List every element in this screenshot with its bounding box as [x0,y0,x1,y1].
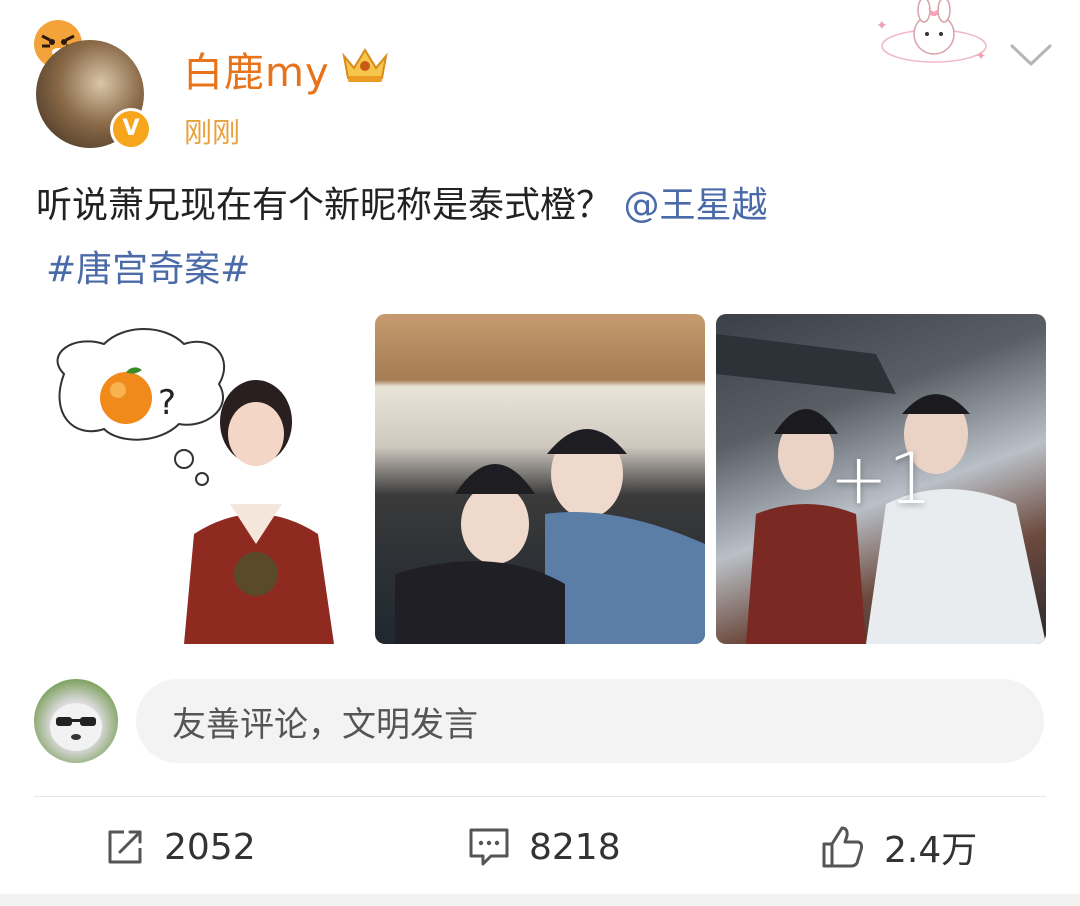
more-images-count: +1 [829,438,933,520]
like-count: 2.4万 [884,830,978,871]
post-image-2[interactable] [375,314,705,644]
post-image-1[interactable]: ? [34,314,364,644]
post-timestamp: 刚刚 [184,116,241,149]
post-text-main: 听说萧兄现在有个新昵称是泰式橙？ [36,185,613,226]
like-button[interactable]: 2.4万 [820,822,977,872]
comment-input[interactable]: 友善评论，文明发言 [136,679,1044,763]
post-text: 听说萧兄现在有个新昵称是泰式橙？ @王星越 [36,176,767,228]
bunny-sticker-icon: ✦ ✦ [876,0,987,63]
divider [34,796,1046,797]
author-name[interactable]: 白鹿my [183,40,330,98]
drama-still-couple-image [395,429,705,644]
crown-badge-icon [342,48,388,82]
bottom-separator [0,894,1080,906]
svg-text:✦: ✦ [976,49,986,63]
thought-bubble-image: ? [56,328,334,644]
repost-button[interactable]: 2052 [104,822,256,872]
thumbs-up-icon [822,826,864,868]
verified-badge: V [110,108,152,150]
chevron-down-icon[interactable] [1008,40,1054,70]
topic-link[interactable]: #唐宫奇案# [46,240,250,292]
mention-link[interactable]: @王星越 [623,185,767,226]
comment-button[interactable]: 8218 [467,822,621,872]
comment-count: 8218 [529,826,621,868]
svg-text:?: ? [158,383,176,423]
repost-count: 2052 [164,826,256,868]
svg-text:✦: ✦ [876,18,888,34]
current-user-avatar[interactable] [34,679,118,763]
author-avatar[interactable]: V [28,14,152,150]
comment-icon [469,828,509,866]
post-image-3[interactable]: +1 [716,314,1046,644]
dog-with-sunglasses-icon [50,703,102,751]
repost-icon [108,830,142,864]
